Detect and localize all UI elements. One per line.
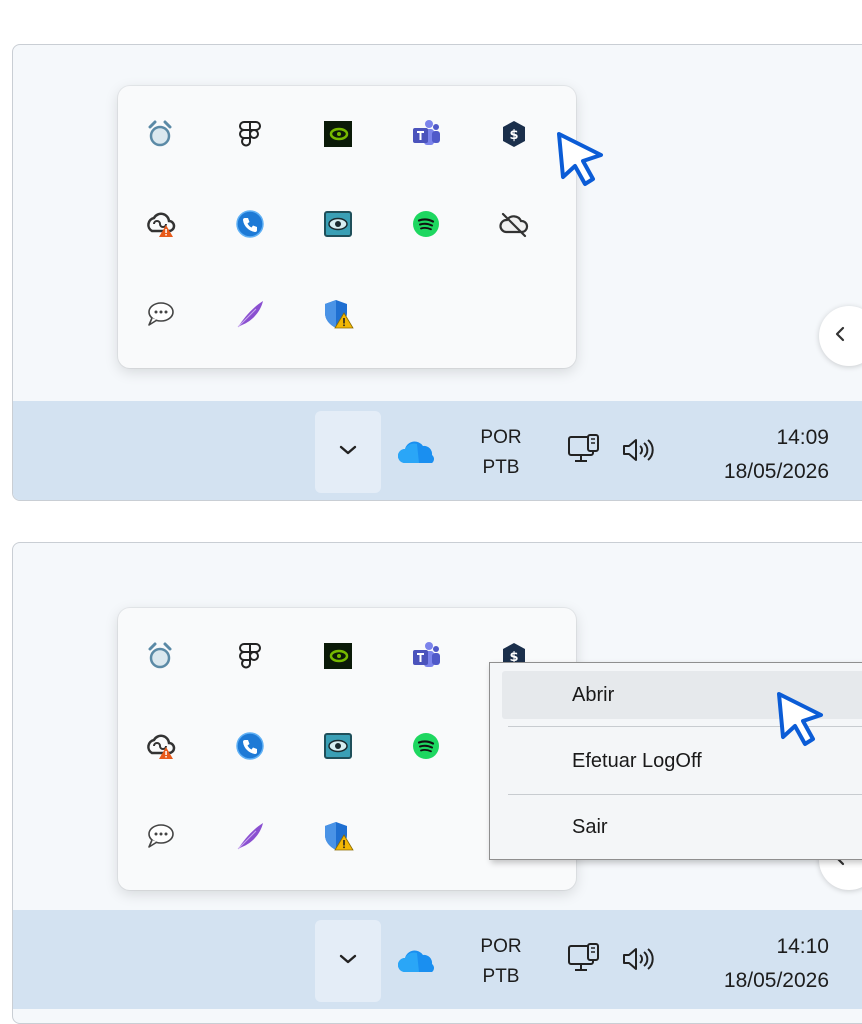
taskbar: POR PTB 14:09 18/05/2026 bbox=[13, 401, 862, 500]
menu-item-sair[interactable]: Sair bbox=[502, 803, 862, 851]
scroll-left-button[interactable] bbox=[819, 306, 862, 366]
nvidia-icon[interactable] bbox=[316, 112, 360, 156]
clock-time: 14:10 bbox=[776, 935, 829, 958]
keyboard-layout-code: PTB bbox=[482, 457, 520, 478]
language-code: POR bbox=[480, 936, 522, 957]
figma-icon[interactable] bbox=[228, 634, 272, 678]
show-hidden-icons-button[interactable] bbox=[315, 411, 381, 493]
nvidia-icon[interactable] bbox=[316, 634, 360, 678]
chevron-down-icon bbox=[338, 952, 358, 970]
tray-overflow-flyout: $ bbox=[118, 86, 576, 368]
keyboard-layout-code: PTB bbox=[482, 966, 520, 987]
tray-screen-2: $ Abrir Efetuar LogOff Sair POR PTB 14:1… bbox=[12, 542, 862, 1024]
alarm-clock-icon[interactable] bbox=[138, 112, 182, 156]
input-language-indicator[interactable]: POR PTB bbox=[471, 423, 531, 483]
clock-date: 18/05/2026 bbox=[723, 460, 829, 483]
onedrive-icon[interactable] bbox=[397, 439, 437, 470]
feather-icon[interactable] bbox=[228, 292, 272, 336]
mouse-cursor-icon bbox=[773, 689, 827, 756]
svg-text:$: $ bbox=[509, 128, 518, 143]
eye-screen-icon[interactable] bbox=[316, 202, 360, 246]
phone-app-icon[interactable] bbox=[228, 202, 272, 246]
chat-bubble-icon[interactable] bbox=[138, 292, 182, 336]
onedrive-icon[interactable] bbox=[397, 948, 437, 979]
language-code: POR bbox=[480, 427, 522, 448]
cloud-off-icon[interactable] bbox=[492, 202, 536, 246]
spotify-icon[interactable] bbox=[404, 202, 448, 246]
shield-warning-icon[interactable] bbox=[316, 814, 360, 858]
phone-app-icon[interactable] bbox=[228, 724, 272, 768]
network-icon[interactable] bbox=[567, 942, 601, 979]
mouse-cursor-icon bbox=[553, 129, 607, 196]
feather-icon[interactable] bbox=[228, 814, 272, 858]
tray-screen-1: $ POR PTB 14:09 18/05/2026 bbox=[12, 44, 862, 501]
volume-icon[interactable] bbox=[621, 437, 657, 468]
alarm-clock-icon[interactable] bbox=[138, 634, 182, 678]
volume-icon[interactable] bbox=[621, 946, 657, 977]
taskbar: POR PTB 14:10 18/05/2026 bbox=[13, 910, 862, 1009]
clock[interactable]: 14:09 18/05/2026 bbox=[663, 421, 829, 489]
network-icon[interactable] bbox=[567, 433, 601, 470]
chevron-down-icon bbox=[338, 443, 358, 461]
show-hidden-icons-button[interactable] bbox=[315, 920, 381, 1002]
clock-time: 14:09 bbox=[776, 426, 829, 449]
shield-warning-icon[interactable] bbox=[316, 292, 360, 336]
creative-cloud-warning-icon[interactable] bbox=[138, 202, 182, 246]
chat-bubble-icon[interactable] bbox=[138, 814, 182, 858]
chevron-left-icon bbox=[833, 325, 847, 348]
clock[interactable]: 14:10 18/05/2026 bbox=[663, 930, 829, 998]
spotify-icon[interactable] bbox=[404, 724, 448, 768]
creative-cloud-warning-icon[interactable] bbox=[138, 724, 182, 768]
clock-date: 18/05/2026 bbox=[723, 969, 829, 992]
eye-screen-icon[interactable] bbox=[316, 724, 360, 768]
teams-icon[interactable] bbox=[404, 634, 448, 678]
dollar-shield-icon[interactable]: $ bbox=[492, 112, 536, 156]
teams-icon[interactable] bbox=[404, 112, 448, 156]
input-language-indicator[interactable]: POR PTB bbox=[471, 932, 531, 992]
menu-divider bbox=[508, 794, 862, 795]
figma-icon[interactable] bbox=[228, 112, 272, 156]
